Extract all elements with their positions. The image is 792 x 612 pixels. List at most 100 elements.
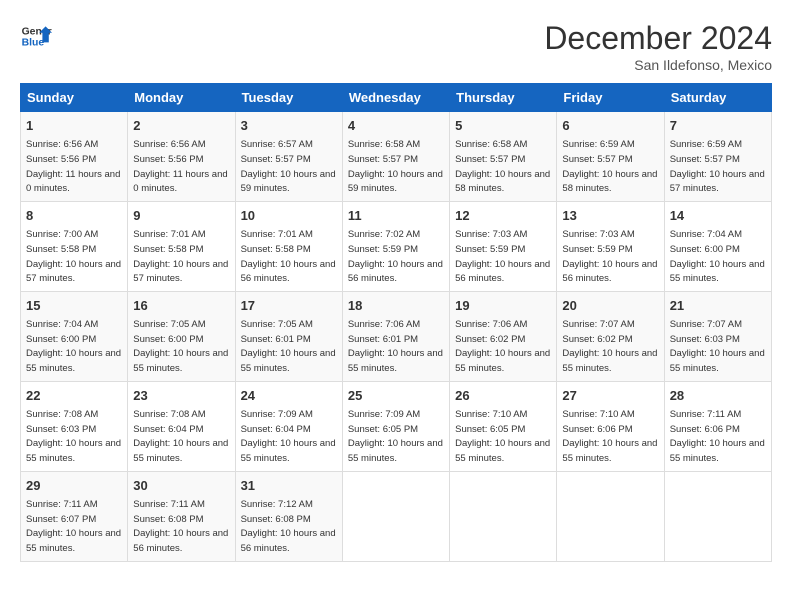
day-info: Sunrise: 7:11 AMSunset: 6:08 PMDaylight:…	[133, 499, 228, 554]
calendar-cell: 11 Sunrise: 7:02 AMSunset: 5:59 PMDaylig…	[342, 201, 449, 291]
day-number: 13	[562, 207, 658, 225]
day-number: 31	[241, 477, 337, 495]
day-number: 22	[26, 387, 122, 405]
day-number: 14	[670, 207, 766, 225]
day-number: 8	[26, 207, 122, 225]
day-info: Sunrise: 7:10 AMSunset: 6:05 PMDaylight:…	[455, 409, 550, 464]
page-header: General Blue December 2024 San Ildefonso…	[20, 20, 772, 73]
day-info: Sunrise: 6:56 AMSunset: 5:56 PMDaylight:…	[133, 139, 227, 194]
day-number: 15	[26, 297, 122, 315]
calendar-cell: 14 Sunrise: 7:04 AMSunset: 6:00 PMDaylig…	[664, 201, 771, 291]
day-info: Sunrise: 7:12 AMSunset: 6:08 PMDaylight:…	[241, 499, 336, 554]
day-number: 19	[455, 297, 551, 315]
calendar-week-row: 15 Sunrise: 7:04 AMSunset: 6:00 PMDaylig…	[21, 291, 772, 381]
logo: General Blue	[20, 20, 52, 52]
day-info: Sunrise: 6:57 AMSunset: 5:57 PMDaylight:…	[241, 139, 336, 194]
calendar-cell: 31 Sunrise: 7:12 AMSunset: 6:08 PMDaylig…	[235, 471, 342, 561]
day-number: 2	[133, 117, 229, 135]
calendar-table: SundayMondayTuesdayWednesdayThursdayFrid…	[20, 83, 772, 562]
day-number: 25	[348, 387, 444, 405]
calendar-cell: 8 Sunrise: 7:00 AMSunset: 5:58 PMDayligh…	[21, 201, 128, 291]
day-info: Sunrise: 7:07 AMSunset: 6:03 PMDaylight:…	[670, 319, 765, 374]
calendar-cell: 2 Sunrise: 6:56 AMSunset: 5:56 PMDayligh…	[128, 112, 235, 202]
calendar-cell: 26 Sunrise: 7:10 AMSunset: 6:05 PMDaylig…	[450, 381, 557, 471]
day-number: 3	[241, 117, 337, 135]
day-number: 26	[455, 387, 551, 405]
calendar-cell: 25 Sunrise: 7:09 AMSunset: 6:05 PMDaylig…	[342, 381, 449, 471]
day-info: Sunrise: 7:10 AMSunset: 6:06 PMDaylight:…	[562, 409, 657, 464]
day-number: 16	[133, 297, 229, 315]
svg-text:Blue: Blue	[22, 38, 45, 49]
calendar-cell: 29 Sunrise: 7:11 AMSunset: 6:07 PMDaylig…	[21, 471, 128, 561]
day-number: 28	[670, 387, 766, 405]
calendar-cell	[557, 471, 664, 561]
day-number: 7	[670, 117, 766, 135]
day-info: Sunrise: 7:01 AMSunset: 5:58 PMDaylight:…	[133, 229, 228, 284]
day-number: 12	[455, 207, 551, 225]
day-number: 20	[562, 297, 658, 315]
calendar-week-row: 1 Sunrise: 6:56 AMSunset: 5:56 PMDayligh…	[21, 112, 772, 202]
calendar-cell: 17 Sunrise: 7:05 AMSunset: 6:01 PMDaylig…	[235, 291, 342, 381]
month-title: December 2024	[544, 20, 772, 57]
calendar-cell: 10 Sunrise: 7:01 AMSunset: 5:58 PMDaylig…	[235, 201, 342, 291]
day-info: Sunrise: 7:11 AMSunset: 6:06 PMDaylight:…	[670, 409, 765, 464]
day-number: 17	[241, 297, 337, 315]
calendar-cell: 15 Sunrise: 7:04 AMSunset: 6:00 PMDaylig…	[21, 291, 128, 381]
calendar-cell: 1 Sunrise: 6:56 AMSunset: 5:56 PMDayligh…	[21, 112, 128, 202]
calendar-cell	[450, 471, 557, 561]
day-number: 6	[562, 117, 658, 135]
location-subtitle: San Ildefonso, Mexico	[544, 57, 772, 73]
day-info: Sunrise: 7:06 AMSunset: 6:02 PMDaylight:…	[455, 319, 550, 374]
calendar-cell: 28 Sunrise: 7:11 AMSunset: 6:06 PMDaylig…	[664, 381, 771, 471]
weekday-header-row: SundayMondayTuesdayWednesdayThursdayFrid…	[21, 84, 772, 112]
calendar-cell: 7 Sunrise: 6:59 AMSunset: 5:57 PMDayligh…	[664, 112, 771, 202]
day-number: 1	[26, 117, 122, 135]
weekday-header-saturday: Saturday	[664, 84, 771, 112]
day-info: Sunrise: 7:04 AMSunset: 6:00 PMDaylight:…	[670, 229, 765, 284]
calendar-cell: 13 Sunrise: 7:03 AMSunset: 5:59 PMDaylig…	[557, 201, 664, 291]
day-info: Sunrise: 7:06 AMSunset: 6:01 PMDaylight:…	[348, 319, 443, 374]
calendar-cell: 3 Sunrise: 6:57 AMSunset: 5:57 PMDayligh…	[235, 112, 342, 202]
day-info: Sunrise: 7:02 AMSunset: 5:59 PMDaylight:…	[348, 229, 443, 284]
day-info: Sunrise: 6:59 AMSunset: 5:57 PMDaylight:…	[670, 139, 765, 194]
calendar-cell: 22 Sunrise: 7:08 AMSunset: 6:03 PMDaylig…	[21, 381, 128, 471]
day-number: 4	[348, 117, 444, 135]
day-number: 27	[562, 387, 658, 405]
day-info: Sunrise: 7:11 AMSunset: 6:07 PMDaylight:…	[26, 499, 121, 554]
calendar-cell: 24 Sunrise: 7:09 AMSunset: 6:04 PMDaylig…	[235, 381, 342, 471]
calendar-cell: 27 Sunrise: 7:10 AMSunset: 6:06 PMDaylig…	[557, 381, 664, 471]
calendar-cell	[342, 471, 449, 561]
title-block: December 2024 San Ildefonso, Mexico	[544, 20, 772, 73]
day-info: Sunrise: 7:03 AMSunset: 5:59 PMDaylight:…	[455, 229, 550, 284]
day-number: 18	[348, 297, 444, 315]
day-number: 9	[133, 207, 229, 225]
day-info: Sunrise: 7:09 AMSunset: 6:04 PMDaylight:…	[241, 409, 336, 464]
day-number: 23	[133, 387, 229, 405]
day-info: Sunrise: 6:58 AMSunset: 5:57 PMDaylight:…	[348, 139, 443, 194]
day-number: 29	[26, 477, 122, 495]
calendar-cell: 12 Sunrise: 7:03 AMSunset: 5:59 PMDaylig…	[450, 201, 557, 291]
day-number: 30	[133, 477, 229, 495]
weekday-header-thursday: Thursday	[450, 84, 557, 112]
calendar-week-row: 22 Sunrise: 7:08 AMSunset: 6:03 PMDaylig…	[21, 381, 772, 471]
calendar-cell: 4 Sunrise: 6:58 AMSunset: 5:57 PMDayligh…	[342, 112, 449, 202]
calendar-cell: 21 Sunrise: 7:07 AMSunset: 6:03 PMDaylig…	[664, 291, 771, 381]
day-info: Sunrise: 7:09 AMSunset: 6:05 PMDaylight:…	[348, 409, 443, 464]
calendar-cell: 6 Sunrise: 6:59 AMSunset: 5:57 PMDayligh…	[557, 112, 664, 202]
day-number: 11	[348, 207, 444, 225]
calendar-week-row: 29 Sunrise: 7:11 AMSunset: 6:07 PMDaylig…	[21, 471, 772, 561]
day-info: Sunrise: 7:03 AMSunset: 5:59 PMDaylight:…	[562, 229, 657, 284]
calendar-cell: 18 Sunrise: 7:06 AMSunset: 6:01 PMDaylig…	[342, 291, 449, 381]
calendar-cell: 30 Sunrise: 7:11 AMSunset: 6:08 PMDaylig…	[128, 471, 235, 561]
weekday-header-monday: Monday	[128, 84, 235, 112]
day-info: Sunrise: 7:05 AMSunset: 6:00 PMDaylight:…	[133, 319, 228, 374]
day-info: Sunrise: 7:00 AMSunset: 5:58 PMDaylight:…	[26, 229, 121, 284]
calendar-cell: 5 Sunrise: 6:58 AMSunset: 5:57 PMDayligh…	[450, 112, 557, 202]
day-number: 5	[455, 117, 551, 135]
day-info: Sunrise: 6:58 AMSunset: 5:57 PMDaylight:…	[455, 139, 550, 194]
weekday-header-friday: Friday	[557, 84, 664, 112]
day-number: 24	[241, 387, 337, 405]
day-info: Sunrise: 6:59 AMSunset: 5:57 PMDaylight:…	[562, 139, 657, 194]
calendar-cell: 20 Sunrise: 7:07 AMSunset: 6:02 PMDaylig…	[557, 291, 664, 381]
day-info: Sunrise: 6:56 AMSunset: 5:56 PMDaylight:…	[26, 139, 120, 194]
